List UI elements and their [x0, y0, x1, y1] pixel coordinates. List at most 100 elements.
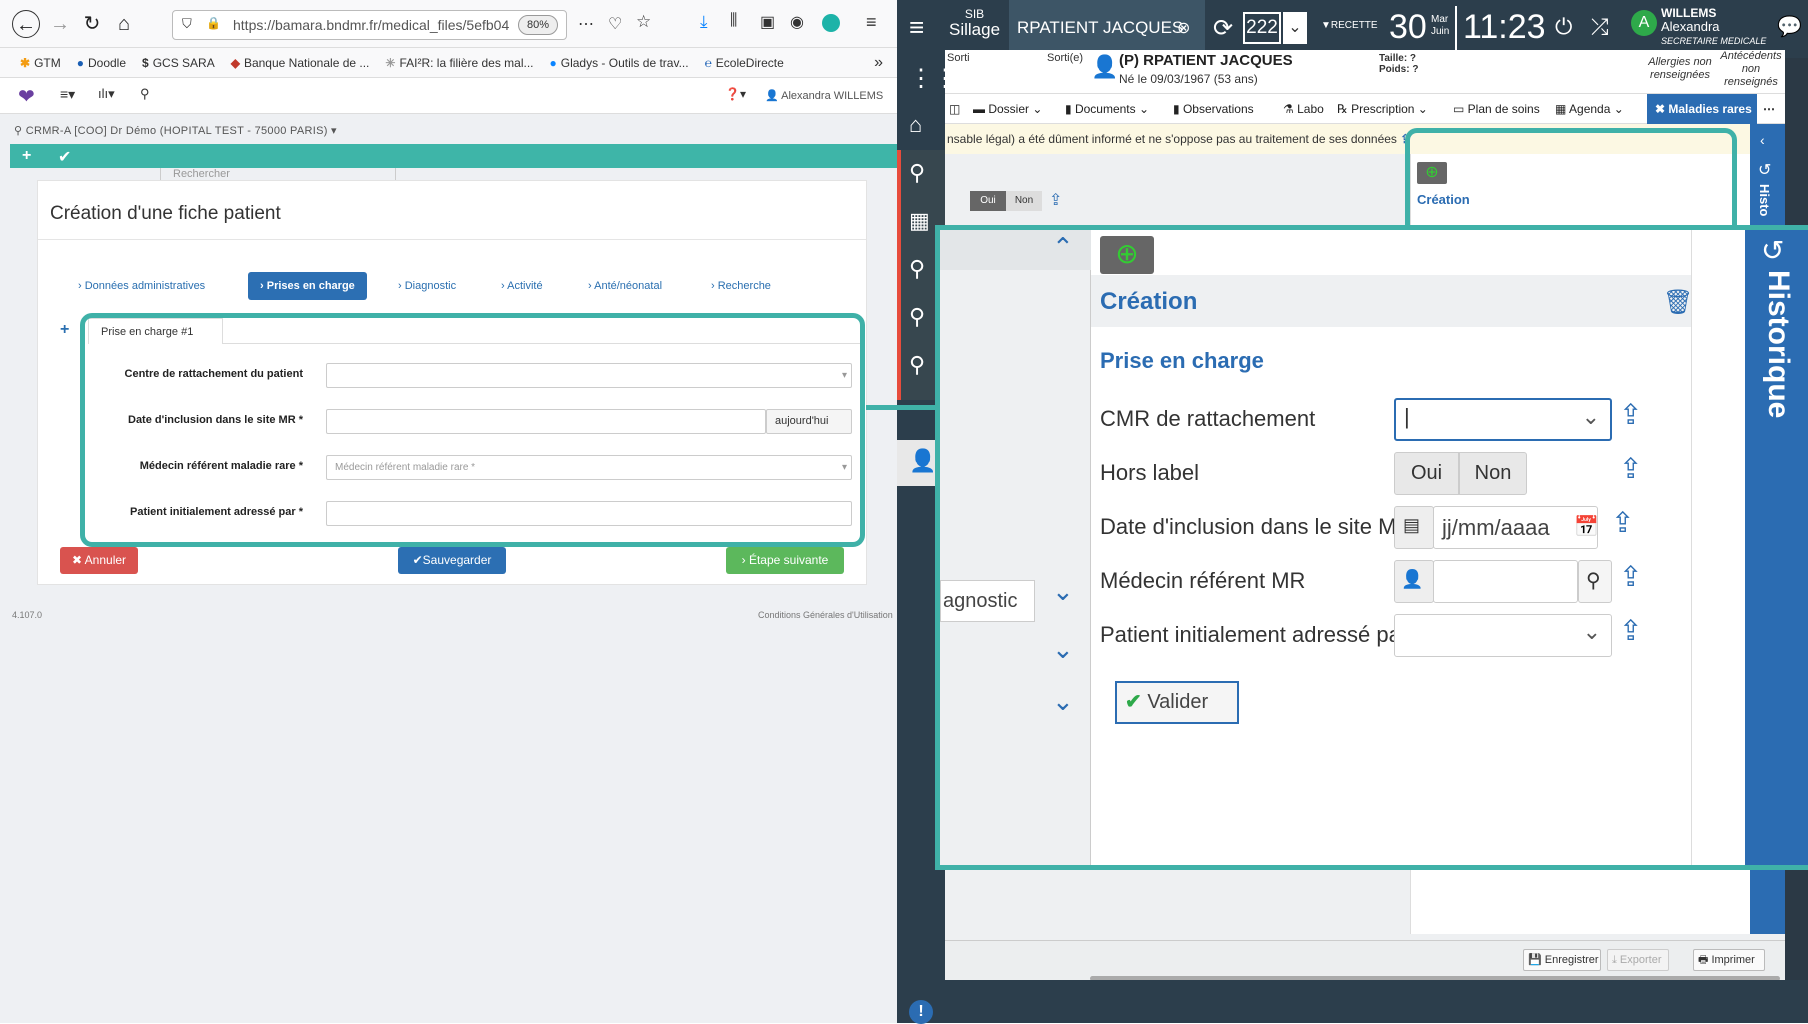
- patient-adresse-select[interactable]: ⌄: [1394, 614, 1612, 657]
- layout-icon[interactable]: ◫: [949, 102, 960, 116]
- chevron-left-icon[interactable]: ‹: [1760, 132, 1765, 148]
- reload-icon[interactable]: ↻: [78, 10, 106, 38]
- cancel-button[interactable]: ✖ Annuler: [60, 547, 138, 574]
- add-icon[interactable]: +: [22, 147, 31, 165]
- tab-diagnostic[interactable]: agnostic: [940, 580, 1035, 622]
- tab-recherche[interactable]: › Recherche: [711, 272, 771, 300]
- save-button[interactable]: ✔Sauvegarder: [398, 547, 506, 574]
- upload-icon[interactable]: ⇪: [1611, 506, 1634, 539]
- history-panel-zoom[interactable]: ↺ Historique: [1745, 230, 1808, 865]
- bookmark-ecoledirecte[interactable]: ℮ EcoleDirecte: [705, 56, 784, 70]
- more-icon[interactable]: ⋯: [1763, 102, 1775, 116]
- chevron-down-icon: ⌄: [1582, 619, 1601, 644]
- user-info[interactable]: WILLEMS Alexandra SECRETAIRE MEDICALE: [1661, 6, 1766, 48]
- tab-prises-en-charge[interactable]: › Prises en charge: [248, 272, 367, 300]
- check-icon[interactable]: ✔: [58, 147, 71, 167]
- pocket-icon[interactable]: ♡: [608, 14, 622, 34]
- menu-documents[interactable]: ▮ Documents ⌄: [1065, 102, 1149, 116]
- search-icon[interactable]: ⚲: [909, 352, 925, 378]
- star-icon[interactable]: ☆: [636, 12, 651, 32]
- add-prise-icon[interactable]: +: [60, 321, 69, 339]
- search-icon[interactable]: ⚲: [909, 304, 925, 330]
- search-icon[interactable]: ⚲: [909, 256, 925, 282]
- menu-dossier[interactable]: ▬ Dossier ⌄: [973, 102, 1042, 116]
- menu-agenda[interactable]: ▦ Agenda ⌄: [1555, 102, 1624, 116]
- account-icon[interactable]: ◉: [790, 12, 804, 32]
- add-icon[interactable]: ⊕: [1100, 236, 1154, 274]
- home-icon[interactable]: ⌂: [909, 112, 922, 138]
- upload-icon[interactable]: ⇪: [1619, 398, 1642, 431]
- menu-icon[interactable]: ≡: [866, 12, 877, 33]
- chevron-down-icon[interactable]: ⌄: [1052, 634, 1074, 665]
- upload-icon[interactable]: ⇪: [1619, 452, 1642, 485]
- search-button[interactable]: ⚲: [1578, 560, 1612, 603]
- menu-maladies-rares[interactable]: ✖ Maladies rares: [1647, 94, 1757, 124]
- chevron-more-icon[interactable]: »: [874, 54, 883, 72]
- cgu-link[interactable]: Conditions Générales d'Utilisation: [758, 610, 893, 620]
- print-button[interactable]: 🖶 Imprimer: [1693, 949, 1765, 971]
- bookmark-gladys[interactable]: ● Gladys - Outils de trav...: [550, 56, 689, 70]
- chevron-down-icon[interactable]: ⌄: [1052, 576, 1074, 607]
- menu-prescription[interactable]: ℞ Prescription ⌄: [1337, 102, 1428, 116]
- library-icon[interactable]: ⫼: [730, 12, 737, 30]
- tab-ante-neonatal[interactable]: › Anté/néonatal: [588, 272, 662, 300]
- bookmark-gtm[interactable]: ✱ GTM: [20, 56, 61, 70]
- trash-icon[interactable]: 🗑: [1663, 288, 1693, 317]
- bookmark-fai2r[interactable]: ✳ FAI²R: la filière des mal...: [385, 56, 533, 70]
- forward-icon[interactable]: →: [46, 10, 74, 38]
- bookmark-gcs-sara[interactable]: $ GCS SARA: [142, 56, 215, 70]
- count-badge[interactable]: 222: [1243, 12, 1281, 44]
- bookmark-banque[interactable]: ◆ Banque Nationale de ...: [231, 56, 370, 70]
- chevron-down-icon[interactable]: ⌄: [1283, 12, 1307, 44]
- search-icon[interactable]: ⚲: [909, 160, 925, 186]
- list-menu-icon[interactable]: ≡▾: [60, 86, 75, 103]
- download-icon[interactable]: ⤓: [700, 12, 708, 32]
- back-icon[interactable]: ←: [12, 10, 40, 38]
- hamburger-icon[interactable]: ≡: [909, 12, 924, 43]
- medecin-input[interactable]: [1433, 560, 1578, 603]
- allergies[interactable]: Allergies non renseignées: [1645, 56, 1715, 82]
- upload-icon[interactable]: ⇪: [1049, 190, 1062, 210]
- url-bar[interactable]: https://bamara.bndmr.fr/medical_files/5e…: [172, 10, 567, 40]
- antecedents[interactable]: Antécédents non renseignés: [1717, 50, 1785, 89]
- user-name[interactable]: 👤 Alexandra WILLEMS: [765, 89, 883, 102]
- site-selector[interactable]: ⚲ CRMR-A [COO] Dr Démo (HOPITAL TEST - 7…: [14, 124, 337, 137]
- next-step-button[interactable]: › Étape suivante: [726, 547, 844, 574]
- refresh-icon[interactable]: ⟳: [1213, 14, 1233, 43]
- menu-labo[interactable]: ⚗ Labo: [1283, 102, 1324, 116]
- non-toggle[interactable]: Non: [1006, 191, 1042, 211]
- bookmark-doodle[interactable]: ● Doodle: [77, 56, 126, 70]
- alert-icon[interactable]: !: [909, 1000, 933, 1024]
- extension-icon[interactable]: [822, 14, 840, 32]
- upload-icon[interactable]: ⇪: [1619, 560, 1642, 593]
- menu-observations[interactable]: ▮ Observations: [1173, 102, 1254, 116]
- chart-menu-icon[interactable]: ılı▾: [98, 86, 115, 102]
- shuffle-icon[interactable]: ⤮: [1591, 14, 1609, 40]
- calendar-icon[interactable]: 📅: [1574, 514, 1599, 539]
- chevron-up-icon[interactable]: ⌃: [1052, 232, 1074, 263]
- cmr-select[interactable]: | ⌄: [1394, 398, 1612, 441]
- tab-activite[interactable]: › Activité: [501, 272, 543, 300]
- hors-label-oui[interactable]: Oui: [1394, 452, 1459, 495]
- home-icon[interactable]: ⌂: [110, 10, 138, 38]
- validate-button[interactable]: ✔ Valider: [1115, 681, 1239, 724]
- tab-donnees-administratives[interactable]: › Données administratives: [78, 272, 205, 300]
- close-icon[interactable]: ⊗: [1177, 18, 1190, 38]
- export-button[interactable]: ⤓ Exporter: [1607, 949, 1669, 971]
- save-button[interactable]: 💾 Enregistrer: [1523, 949, 1601, 971]
- recette-filter[interactable]: ▼RECETTE: [1321, 20, 1378, 31]
- menu-plan-de-soins[interactable]: ▭ Plan de soins: [1453, 102, 1540, 116]
- calendar-icon[interactable]: ▦: [909, 208, 930, 234]
- oui-toggle[interactable]: Oui: [970, 191, 1006, 211]
- chevron-down-icon[interactable]: ⌄: [1052, 686, 1074, 717]
- help-icon[interactable]: ❓▾: [725, 87, 746, 101]
- hors-label-non[interactable]: Non: [1459, 452, 1527, 495]
- more-icon[interactable]: ⋯: [578, 14, 594, 34]
- chat-icon[interactable]: 💬: [1777, 14, 1802, 39]
- tab-diagnostic[interactable]: › Diagnostic: [398, 272, 456, 300]
- sidebar-icon[interactable]: ▣: [760, 12, 775, 32]
- zoom-level[interactable]: 80%: [518, 15, 558, 35]
- power-icon[interactable]: ⏻: [1555, 14, 1572, 40]
- upload-icon[interactable]: ⇪: [1619, 614, 1642, 647]
- avatar[interactable]: A: [1631, 10, 1657, 36]
